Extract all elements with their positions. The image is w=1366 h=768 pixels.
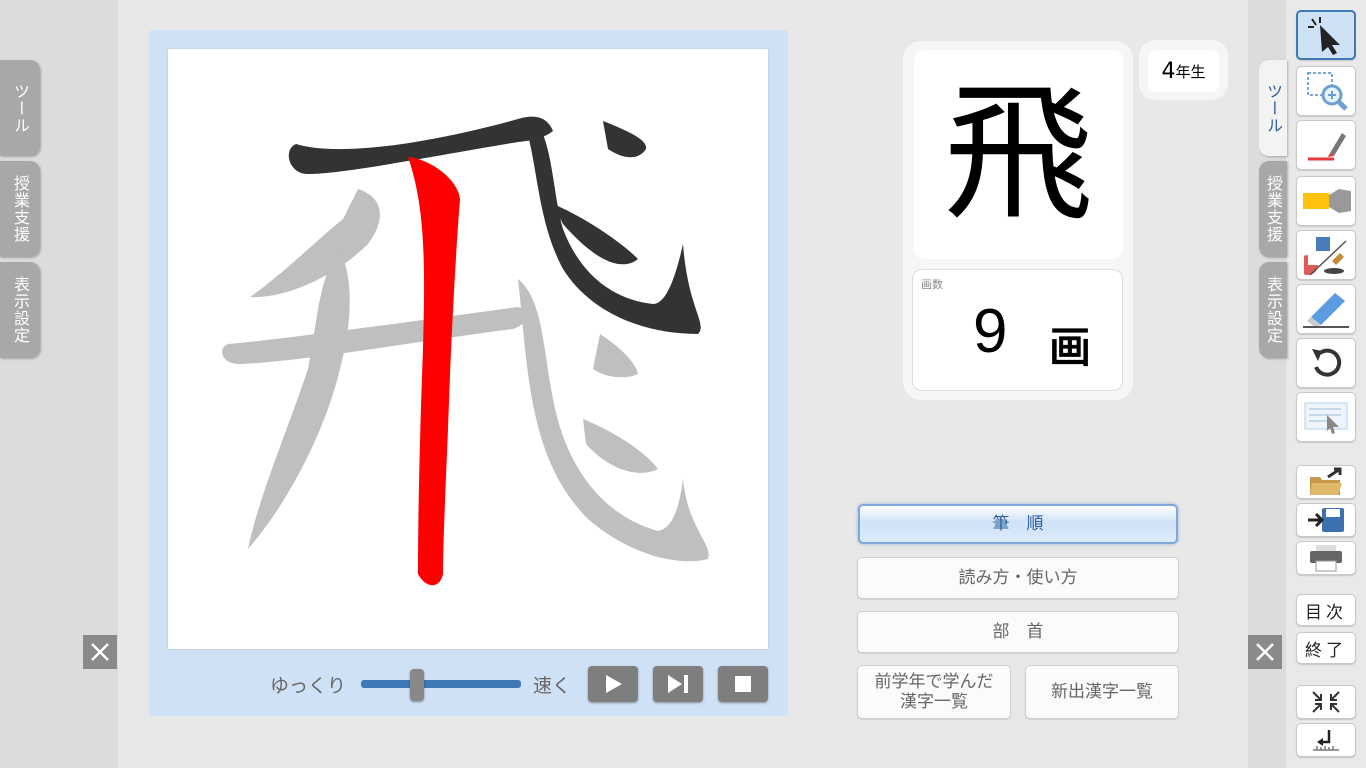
stroke-count-caption: 画数 xyxy=(921,278,943,291)
zoom-tool-button[interactable] xyxy=(1296,66,1356,116)
right-tab-tools[interactable]: ツール xyxy=(1259,60,1287,156)
stop-button[interactable] xyxy=(718,666,768,702)
screen-select-tool-button[interactable] xyxy=(1296,392,1356,442)
screen-select-icon xyxy=(1304,402,1348,434)
kanji-character: 飛 xyxy=(943,67,1094,242)
left-tab-tools[interactable]: ツール xyxy=(0,60,40,156)
save-button[interactable] xyxy=(1296,503,1356,537)
speed-slider-thumb[interactable] xyxy=(410,669,424,701)
close-icon xyxy=(1256,643,1274,661)
fast-label: 速く xyxy=(533,675,572,697)
shrink-button[interactable] xyxy=(1296,685,1356,719)
right-tab-display-settings[interactable]: 表示設定 xyxy=(1259,262,1287,358)
right-tab-tools-label: ツール xyxy=(1264,82,1283,134)
contents-label: 目次 xyxy=(1305,602,1347,623)
close-icon xyxy=(91,643,109,661)
pen-tool-button[interactable] xyxy=(1296,120,1356,170)
stroke-count-box: 画数 9 画 xyxy=(912,269,1123,391)
save-icon xyxy=(1308,508,1344,532)
close-right-button[interactable] xyxy=(1248,635,1282,669)
undo-tool-button[interactable] xyxy=(1296,338,1356,388)
open-folder-icon xyxy=(1310,467,1342,495)
select-arrow-icon xyxy=(1308,17,1340,55)
highlighter-tool-button[interactable] xyxy=(1296,176,1356,226)
shrink-icon xyxy=(1312,691,1340,713)
play-icon xyxy=(606,675,622,693)
stop-icon xyxy=(735,676,751,692)
right-tab-class-support[interactable]: 授業支援 xyxy=(1259,161,1287,257)
pen-icon xyxy=(1308,133,1346,161)
restore-icon xyxy=(1313,730,1339,751)
slow-label: ゆっくり xyxy=(270,675,347,697)
new-kanji-list-label: 新出漢字一覧 xyxy=(1051,681,1153,702)
step-forward-button[interactable] xyxy=(653,666,703,702)
speed-slider[interactable] xyxy=(361,680,521,688)
close-left-button[interactable] xyxy=(83,635,117,669)
shape-stamp-icon xyxy=(1304,237,1347,276)
radical-button[interactable]: 部 首 xyxy=(857,611,1179,653)
exit-label: 終了 xyxy=(1305,640,1347,661)
prev-year-list-button[interactable]: 前学年で学んだ 漢字一覧 xyxy=(857,665,1011,719)
left-tab-display-settings-label: 表示設定 xyxy=(11,276,30,344)
new-kanji-list-button[interactable]: 新出漢字一覧 xyxy=(1025,665,1179,719)
kanji-display: 飛 xyxy=(914,50,1123,259)
stamp-tool-button[interactable] xyxy=(1296,230,1356,280)
eraser-icon xyxy=(1303,293,1349,328)
exit-button[interactable]: 終了 xyxy=(1296,632,1356,664)
highlighter-icon xyxy=(1303,189,1351,213)
reading-usage-label: 読み方・使い方 xyxy=(958,567,1078,588)
stroke-canvas xyxy=(168,49,768,649)
reading-usage-button[interactable]: 読み方・使い方 xyxy=(857,557,1179,599)
print-button[interactable] xyxy=(1296,541,1356,575)
right-tab-display-settings-label: 表示設定 xyxy=(1264,276,1283,344)
grade-label: 4 年生 xyxy=(1148,50,1219,92)
right-tab-class-support-label: 授業支援 xyxy=(1264,175,1283,243)
stroke-order-label: 筆 順 xyxy=(992,513,1044,534)
grade-suffix: 年生 xyxy=(1175,62,1206,81)
zoom-region-icon xyxy=(1307,72,1348,111)
left-tab-tools-label: ツール xyxy=(11,82,30,134)
step-forward-icon xyxy=(668,675,688,693)
pending-strokes xyxy=(221,189,709,562)
open-button[interactable] xyxy=(1296,465,1356,499)
stroke-order-button[interactable]: 筆 順 xyxy=(858,504,1178,544)
print-icon xyxy=(1310,545,1342,572)
radical-label: 部 首 xyxy=(992,621,1044,642)
stroke-count-value: 9 xyxy=(973,297,1008,366)
left-tab-display-settings[interactable]: 表示設定 xyxy=(0,262,40,358)
undo-icon xyxy=(1312,348,1342,377)
active-stroke xyxy=(408,157,460,586)
contents-button[interactable]: 目次 xyxy=(1296,594,1356,626)
prev-year-list-label: 前学年で学んだ 漢字一覧 xyxy=(874,671,994,712)
select-tool-button[interactable] xyxy=(1296,10,1356,60)
stroke-count-unit: 画 xyxy=(1049,323,1092,372)
grade-number: 4 xyxy=(1161,58,1176,84)
eraser-tool-button[interactable] xyxy=(1296,284,1356,334)
left-tab-class-support[interactable]: 授業支援 xyxy=(0,161,40,257)
restore-button[interactable] xyxy=(1296,723,1356,757)
play-button[interactable] xyxy=(588,666,638,702)
left-tab-class-support-label: 授業支援 xyxy=(11,175,30,243)
